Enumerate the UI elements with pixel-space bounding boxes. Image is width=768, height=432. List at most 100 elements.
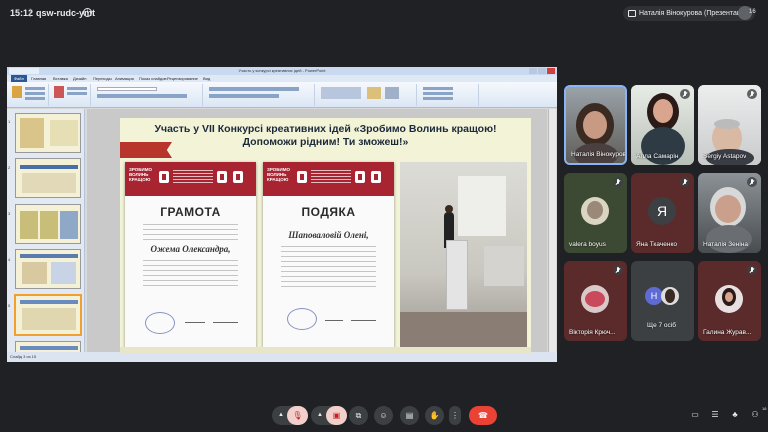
ribbon-tab: Главная (31, 76, 47, 81)
ribbon-tab: Вставка (53, 76, 68, 81)
chevron-up-icon[interactable]: ▲ (275, 406, 287, 425)
stamp-icon (145, 312, 175, 334)
ppt-window-title: Участь у конкурсі креативних ідей - Powe… (238, 68, 326, 73)
emoji-button[interactable]: ☺ (374, 406, 393, 425)
certificate-podyaka: ЗРОБИМО ВОЛИНЬ КРАЩОЮ ПОДЯКА Шаповаловій О… (263, 162, 394, 348)
slide-footer (120, 347, 531, 354)
projector-screen (458, 176, 506, 236)
ribbon-tabs: Файл Главная Вставка Дизайн Переходы Ани… (7, 75, 557, 82)
ribbon-tab: Дизайн (73, 76, 87, 81)
ribbon (7, 82, 557, 108)
mic-off-icon (680, 89, 690, 99)
info-icon[interactable]: i (83, 8, 92, 17)
participant-tile[interactable]: Наталія Вінокурова (564, 85, 627, 165)
hangup-icon: ☎ (478, 411, 488, 420)
slide-thumbnail-active[interactable] (15, 295, 81, 335)
present-icon: ▤ (405, 411, 414, 420)
participant-name: Галина Журав... (703, 329, 752, 336)
certificate-banner: ЗРОБИМО ВОЛИНЬ КРАЩОЮ (125, 162, 256, 196)
camera-control[interactable]: ▲ ▣ (311, 406, 347, 425)
signature-line (325, 320, 343, 321)
ribbon-tab: Переходы (93, 76, 112, 81)
signature-line (185, 322, 205, 323)
participant-tile[interactable]: Я Яна Ткаченко (631, 173, 694, 253)
slide-title-line2: Допоможи рідним! Ти зможеш!» (242, 136, 409, 148)
certificate-recipient: Ожема Олександра, (150, 244, 231, 254)
hangup-button[interactable]: ☎ (469, 406, 497, 425)
participant-tile[interactable]: valera boyus (564, 173, 627, 253)
mic-off-icon (680, 177, 690, 187)
more-icon: ⋮ (451, 411, 459, 420)
participant-name: valera boyus (569, 241, 606, 248)
top-bar: 15:12 | qsw-rudc-ymt i Наталія Вінокуров… (0, 0, 768, 28)
ribbon-tab: Вид (203, 76, 211, 81)
avatar: Я (648, 197, 676, 225)
participant-tile[interactable]: Вікторія Крюч... (564, 261, 627, 341)
mic-off-icon: 🎙 (292, 411, 303, 420)
ribbon-tab: Показ слайдов (139, 76, 167, 81)
vertical-scrollbar[interactable] (548, 109, 556, 352)
ribbon-tab-file: Файл (11, 75, 27, 82)
mic-off-icon (613, 177, 623, 187)
participant-tile[interactable]: Алла Самарін (631, 85, 694, 165)
participant-tile[interactable]: Галина Журав... (698, 261, 761, 341)
camera-off-button[interactable]: ▣ (326, 406, 347, 425)
slide-thumbnail[interactable] (15, 158, 81, 198)
certificate-gramota: ЗРОБИМО ВОЛИНЬ КРАЩОЮ ГРАМОТА Ожема Олекса… (125, 162, 256, 348)
competition-logo: ЗРОБИМО ВОЛИНЬ КРАЩОЮ (129, 167, 152, 182)
avatar (661, 287, 679, 305)
participant-tile[interactable]: Sergiy Astapov (698, 85, 761, 165)
avatar (581, 197, 609, 225)
people-icon[interactable]: ⚇ (750, 410, 760, 420)
chevron-up-icon[interactable]: ▲ (314, 406, 326, 425)
more-participants-tile[interactable]: Н Ще 7 осіб (631, 261, 694, 341)
presenter-chip[interactable]: Наталія Вінокурова (Презентація) (623, 6, 755, 21)
ribbon-group-slides (51, 84, 91, 106)
emblem-icon (159, 171, 169, 183)
certificate-text (143, 224, 238, 240)
ribbon-group-paragraph (205, 84, 315, 106)
present-button[interactable]: ▤ (400, 406, 419, 425)
emoji-icon: ☺ (379, 411, 388, 420)
camera-off-icon: ▣ (332, 411, 341, 420)
mic-off-icon (747, 89, 757, 99)
ribbon-group-font (93, 84, 203, 106)
mic-control[interactable]: ▲ 🎙 (272, 406, 308, 425)
signature-line (213, 322, 238, 323)
slide-thumbnail[interactable] (15, 204, 81, 244)
mic-off-icon (747, 177, 757, 187)
emblem-icon (217, 171, 227, 183)
ribbon-group-clipboard (9, 84, 49, 106)
host-controls-icon[interactable]: ♣ (730, 410, 740, 420)
stamp-icon (287, 308, 317, 330)
mic-off-button[interactable]: 🎙 (287, 406, 308, 425)
info-panel-icon[interactable]: ▭ (690, 410, 700, 420)
captions-icon: ⧉ (355, 411, 362, 420)
people-count-badge: 16 (762, 406, 767, 411)
emblem-icon (233, 171, 243, 183)
captions-button[interactable]: ⧉ (349, 406, 368, 425)
org-name-lines (173, 170, 213, 184)
certificate-heading: ПОДЯКА (301, 205, 356, 219)
mic-off-icon (747, 265, 757, 275)
participant-tile[interactable]: Наталія Зеніна (698, 173, 761, 253)
competition-logo: ЗРОБИМО ВОЛИНЬ КРАЩОЮ (267, 167, 290, 182)
participant-name: Наталія Зеніна (703, 241, 749, 248)
participant-name: Алла Самарін (636, 153, 679, 160)
floor (400, 312, 527, 348)
more-options-button[interactable]: ⋮ (449, 406, 461, 425)
slide: Участь у VII Конкурсі креативних ідей «З… (120, 118, 531, 354)
emblem-icon (297, 171, 307, 183)
org-name-lines (311, 170, 351, 184)
chat-icon[interactable]: ☰ (710, 410, 720, 420)
ppt-title-bar: Участь у конкурсі креативних ідей - Powe… (7, 67, 557, 75)
raise-hand-button[interactable]: ✋ (425, 406, 444, 425)
present-screen-icon (628, 10, 636, 17)
slide-thumbnail[interactable] (15, 113, 81, 153)
ribbon-tab: Рецензирование (167, 76, 198, 81)
avatar (715, 285, 743, 313)
slide-thumbnail[interactable] (15, 249, 81, 289)
mic-off-icon (613, 265, 623, 275)
slide-title: Участь у VII Конкурсі креативних ідей «З… (120, 123, 531, 149)
participant-name: Яна Ткаченко (636, 241, 677, 248)
